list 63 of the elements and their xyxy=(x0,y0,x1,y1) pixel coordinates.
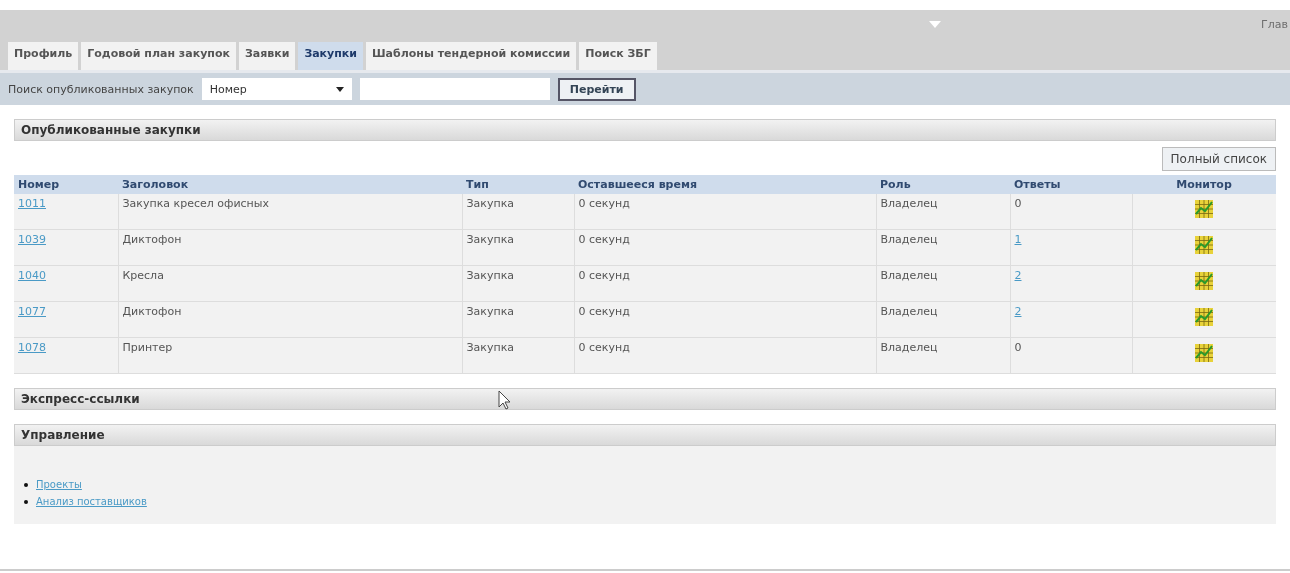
table-cell: Диктофон xyxy=(118,301,462,338)
answers-link[interactable]: 1 xyxy=(1014,233,1022,246)
section-header: Опубликованные закупки xyxy=(14,119,1276,141)
table-cell: Владелец xyxy=(876,229,1010,266)
go-button[interactable]: Перейти xyxy=(557,77,636,101)
management-link[interactable]: Проекты xyxy=(36,479,82,490)
table-cell: Закупка xyxy=(462,337,574,374)
table-cell: 0 секунд xyxy=(574,265,876,302)
table-cell: Закупка xyxy=(462,194,574,230)
table-cell: Закупка кресел офисных xyxy=(118,194,462,230)
answers-link[interactable]: 2 xyxy=(1014,305,1022,318)
table-cell: Владелец xyxy=(876,337,1010,374)
tab[interactable]: Годовой план закупок xyxy=(81,42,236,70)
table-cell: Диктофон xyxy=(118,229,462,266)
table-cell: Принтер xyxy=(118,337,462,374)
tab[interactable]: Заявки xyxy=(238,42,296,70)
chart-grid-icon[interactable] xyxy=(1195,200,1214,218)
table-cell: 0 секунд xyxy=(574,337,876,374)
table-cell: Владелец xyxy=(876,194,1010,230)
full-list-button[interactable]: Полный список xyxy=(1161,147,1276,171)
management-link[interactable]: Анализ поставщиков xyxy=(36,496,147,507)
table-cell: Закупка xyxy=(462,229,574,266)
chart-grid-icon[interactable] xyxy=(1195,272,1214,290)
column-header: Ответы xyxy=(1010,175,1132,194)
table-cell: 0 секунд xyxy=(574,194,876,230)
procurement-number-link[interactable]: 1011 xyxy=(18,197,46,210)
chart-grid-icon[interactable] xyxy=(1195,308,1214,326)
answers-count: 0 xyxy=(1014,341,1022,354)
section-header: Экспресс-ссылки xyxy=(14,388,1276,410)
bullet-icon xyxy=(24,482,28,487)
search-field[interactable] xyxy=(359,78,550,100)
tab[interactable]: Шаблоны тендерной комиссии xyxy=(366,42,577,70)
table-cell: 0 секунд xyxy=(574,229,876,266)
table-cell: Владелец xyxy=(876,301,1010,338)
answers-count: 0 xyxy=(1014,197,1022,210)
column-header: Роль xyxy=(876,175,1010,194)
mouse-pointer-icon xyxy=(498,390,512,410)
procurement-number-link[interactable]: 1077 xyxy=(18,305,46,318)
tab[interactable]: Поиск ЗБГ xyxy=(579,42,657,70)
bullet-icon xyxy=(24,499,28,504)
menu-link[interactable]: Глав xyxy=(1261,17,1290,31)
tab[interactable]: Профиль xyxy=(8,42,79,70)
column-header: Оставшееся время xyxy=(574,175,876,194)
search-label: Поиск опубликованных закупок xyxy=(8,82,194,96)
dropdown-caret-icon[interactable] xyxy=(335,86,344,92)
tab[interactable]: Закупки xyxy=(298,42,364,70)
column-header: Номер xyxy=(14,175,118,194)
procurement-number-link[interactable]: 1040 xyxy=(18,269,46,282)
procurement-number-link[interactable]: 1078 xyxy=(18,341,46,354)
chart-grid-icon[interactable] xyxy=(1195,344,1214,362)
procurement-number-link[interactable]: 1039 xyxy=(18,233,46,246)
table-cell: Закупка xyxy=(462,301,574,338)
table-cell: Закупка xyxy=(462,265,574,302)
answers-link[interactable]: 2 xyxy=(1014,269,1022,282)
column-header: Заголовок xyxy=(118,175,462,194)
column-header: Монитор xyxy=(1132,175,1276,194)
table-cell: Владелец xyxy=(876,265,1010,302)
section-header: Управление xyxy=(14,424,1276,446)
chart-grid-icon[interactable] xyxy=(1195,236,1214,254)
search-type-select[interactable]: Номер xyxy=(201,78,352,100)
column-header: Тип xyxy=(462,175,574,194)
table-cell: 0 секунд xyxy=(574,301,876,338)
table-cell: Кресла xyxy=(118,265,462,302)
